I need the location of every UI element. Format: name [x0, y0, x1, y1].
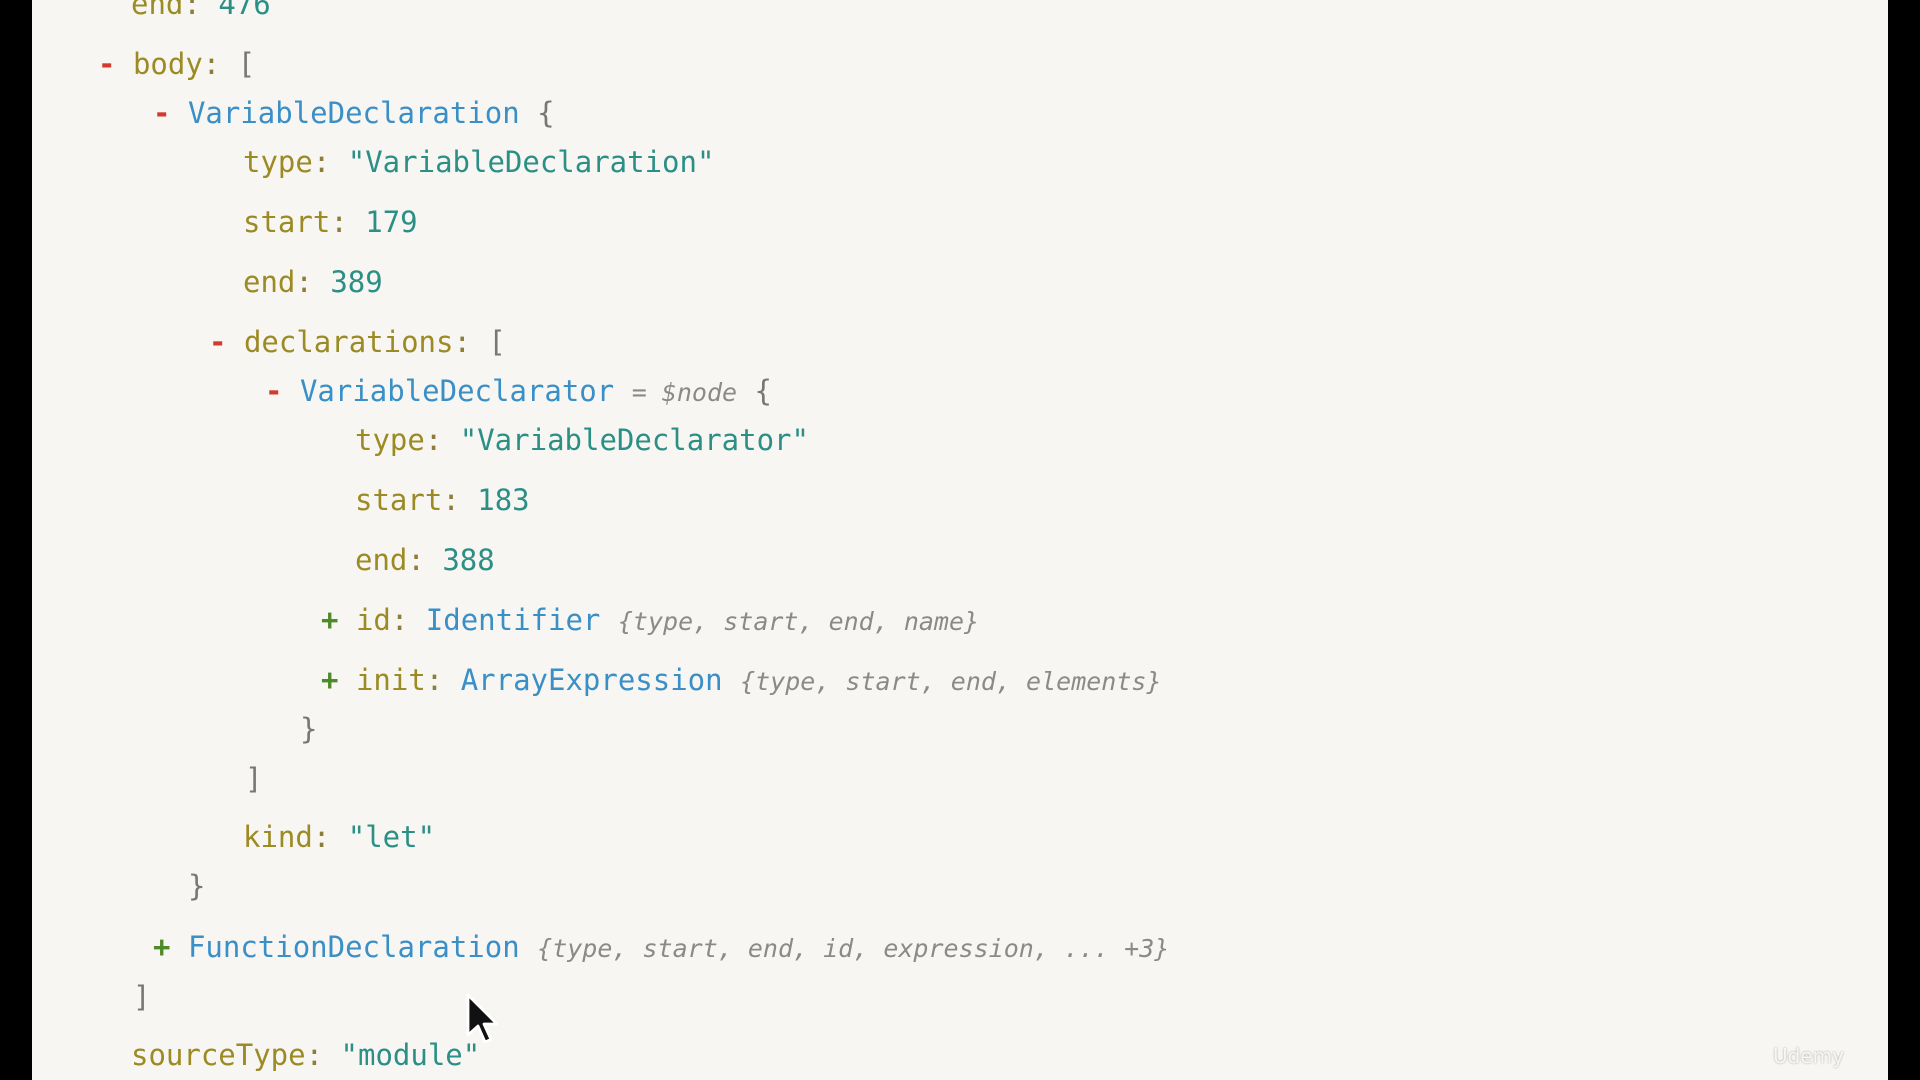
collapsed-summary[interactable]: {type, start, end, elements} — [740, 667, 1161, 696]
ast-row-top-end: end: 476 — [131, 0, 271, 22]
open-brace: { — [537, 96, 555, 130]
property-key: end — [243, 265, 296, 299]
property-key: id — [355, 603, 391, 637]
ast-row-declarations[interactable]: - declarations: [ — [209, 324, 506, 360]
property-value: "let" — [347, 820, 436, 854]
property-value: 388 — [442, 543, 495, 577]
udemy-watermark: Udemy — [1773, 1044, 1844, 1068]
close-brace: } — [300, 712, 318, 746]
ast-row-close-bracket: ] — [245, 761, 262, 797]
property-value: "module" — [340, 1038, 481, 1072]
collapse-toggle[interactable]: - — [209, 325, 226, 359]
open-bracket: [ — [237, 47, 256, 81]
ast-row-end: end: 389 — [243, 264, 383, 300]
ast-row-type: type: "VariableDeclarator" — [355, 422, 809, 458]
collapse-toggle[interactable]: - — [153, 96, 170, 130]
ast-row-close-brace: } — [188, 868, 205, 904]
node-alias: = $node — [631, 378, 738, 407]
colon: : — [407, 543, 443, 577]
node-type-label[interactable]: Identifier — [426, 603, 601, 637]
node-type-label[interactable]: ArrayExpression — [461, 663, 723, 697]
expand-toggle[interactable]: + — [321, 603, 338, 637]
property-key: end — [355, 543, 408, 577]
colon: : — [183, 0, 219, 21]
open-bracket: [ — [488, 325, 506, 359]
colon: : — [424, 423, 460, 457]
ast-explorer-panel: end: 476 - body: [ - VariableDeclaration… — [32, 0, 1888, 1080]
ast-node-function-declaration[interactable]: + FunctionDeclaration {type, start, end,… — [153, 929, 1169, 965]
property-value: "VariableDeclaration" — [347, 145, 715, 179]
collapse-toggle[interactable]: - — [98, 47, 115, 81]
colon: : — [295, 265, 331, 299]
property-key: kind — [243, 820, 313, 854]
ast-row-end: end: 388 — [355, 542, 495, 578]
property-key: type — [355, 423, 425, 457]
expand-toggle[interactable]: + — [321, 663, 338, 697]
property-key: start — [243, 205, 331, 239]
ast-row-start: start: 179 — [243, 204, 418, 240]
ast-row-start: start: 183 — [355, 482, 530, 518]
node-type-label[interactable]: VariableDeclaration — [188, 96, 520, 130]
mouse-cursor-icon — [466, 993, 499, 1044]
colon: : — [442, 483, 478, 517]
colon: : — [202, 47, 238, 81]
colon: : — [312, 820, 348, 854]
collapse-toggle[interactable]: - — [265, 374, 282, 408]
colon: : — [305, 1038, 341, 1072]
colon: : — [425, 663, 461, 697]
ast-row-init[interactable]: + init: ArrayExpression {type, start, en… — [321, 662, 1162, 698]
property-key: init — [355, 663, 426, 697]
property-value: 476 — [218, 0, 271, 21]
node-type-label[interactable]: FunctionDeclaration — [188, 930, 520, 964]
ast-row-kind: kind: "let" — [243, 819, 435, 855]
colon: : — [390, 603, 426, 637]
open-brace: { — [754, 374, 772, 408]
property-key: start — [355, 483, 443, 517]
colon: : — [330, 205, 366, 239]
property-value: 183 — [477, 483, 530, 517]
close-bracket: ] — [245, 762, 263, 796]
ast-node-variable-declarator[interactable]: - VariableDeclarator = $node { — [265, 373, 772, 409]
colon: : — [453, 325, 489, 359]
property-key: sourceType — [131, 1038, 306, 1072]
ast-row-id[interactable]: + id: Identifier {type, start, end, name… — [321, 602, 979, 638]
property-key: body — [132, 47, 203, 81]
ast-row-source-type: sourceType: "module" — [131, 1037, 480, 1073]
ast-row-close-brace: } — [300, 711, 317, 747]
property-value: 179 — [365, 205, 418, 239]
colon: : — [312, 145, 348, 179]
ast-row-close-bracket: ] — [133, 979, 150, 1015]
property-key: type — [243, 145, 313, 179]
collapsed-summary[interactable]: {type, start, end, name} — [618, 607, 979, 636]
ast-row-body[interactable]: - body: [ — [98, 46, 255, 82]
property-key: declarations — [243, 325, 454, 359]
property-value: "VariableDeclarator" — [459, 423, 809, 457]
node-type-label[interactable]: VariableDeclarator — [300, 374, 614, 408]
property-key: end — [131, 0, 184, 21]
property-value: 389 — [330, 265, 383, 299]
close-brace: } — [188, 869, 206, 903]
close-bracket: ] — [133, 980, 151, 1014]
ast-row-type: type: "VariableDeclaration" — [243, 144, 714, 180]
expand-toggle[interactable]: + — [153, 930, 170, 964]
collapsed-summary[interactable]: {type, start, end, id, expression, ... +… — [537, 934, 1169, 963]
ast-node-variable-declaration[interactable]: - VariableDeclaration { — [153, 95, 555, 131]
